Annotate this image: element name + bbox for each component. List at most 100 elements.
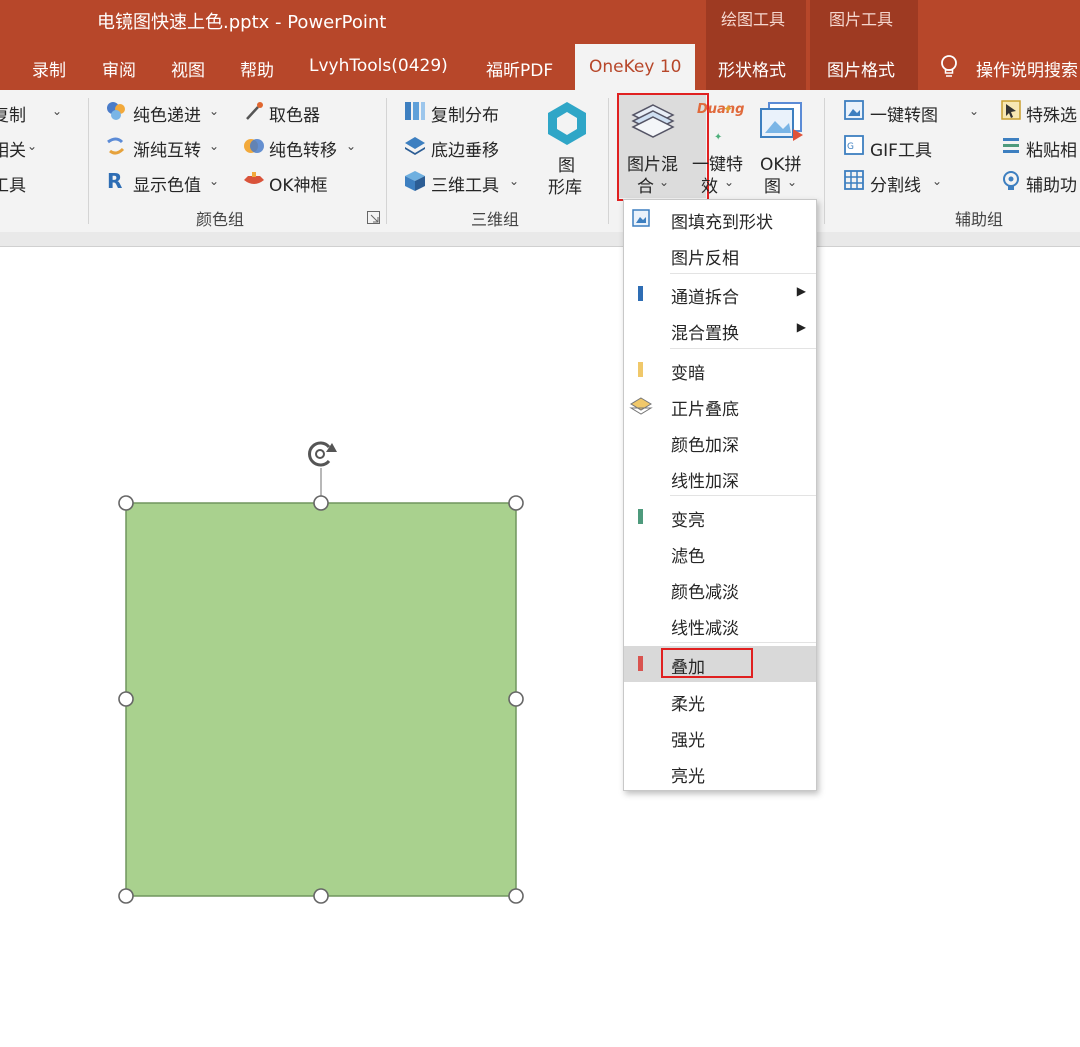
ribbon-collapse-strip — [0, 232, 1080, 247]
chevron-down-icon[interactable]: ⌄ — [969, 104, 979, 118]
chevron-down-icon[interactable]: ⌄ — [27, 139, 37, 153]
menu-item-lighten[interactable]: 变亮 — [624, 500, 816, 534]
gif-tools-button[interactable]: GIF工具 — [870, 136, 932, 161]
submenu-arrow-icon: ▶ — [796, 284, 806, 298]
solid-progression-button[interactable]: 纯色递进 — [133, 101, 201, 126]
helper-functions-button[interactable]: 辅助功 — [1026, 171, 1077, 196]
color-picker-button[interactable]: 取色器 — [269, 101, 320, 126]
copy-distribute-button[interactable]: 复制分布 — [431, 101, 499, 126]
menu-item-soft-light[interactable]: 柔光 — [624, 684, 816, 718]
lightbulb-icon[interactable] — [938, 54, 960, 84]
chevron-down-icon[interactable]: ⌄ — [509, 174, 519, 188]
ribbon-partial-tools[interactable]: 工具 — [0, 171, 26, 196]
sparkle-icon: ✦ — [714, 132, 723, 143]
context-label-picture-tools: 图片工具 — [829, 10, 894, 29]
chevron-down-icon[interactable]: ⌄ — [659, 175, 669, 189]
resize-handle[interactable] — [508, 888, 524, 904]
chevron-down-icon[interactable]: ⌄ — [932, 174, 942, 188]
resize-handle[interactable] — [508, 691, 524, 707]
tab-record[interactable]: 录制 — [32, 56, 66, 81]
tab-shape-format[interactable]: 形状格式 — [718, 56, 786, 81]
bottom-vertical-move-button[interactable]: 底边垂移 — [431, 136, 499, 161]
group-separator — [824, 98, 825, 224]
grid-icon — [843, 169, 865, 195]
duang-icon: Duang — [697, 102, 745, 117]
special-select-button[interactable]: 特殊选 — [1026, 101, 1077, 126]
resize-handle[interactable] — [118, 691, 134, 707]
menu-item-channel-split[interactable]: 通道拆合 ▶ — [624, 277, 816, 311]
menu-separator — [670, 273, 816, 274]
menu-item-hard-light[interactable]: 强光 — [624, 720, 816, 754]
palette-icon — [104, 99, 128, 127]
hexagon-library-icon — [545, 100, 589, 150]
divider-lines-button[interactable]: 分割线 — [870, 171, 921, 196]
chevron-down-icon[interactable]: ⌄ — [346, 139, 356, 153]
context-label-drawing-tools: 绘图工具 — [721, 10, 786, 29]
menu-item-blend-swap[interactable]: 混合置换 ▶ — [624, 313, 816, 347]
menu-item-linear-dodge[interactable]: 线性减淡 — [624, 608, 816, 642]
tab-onekey[interactable]: OneKey 10 — [575, 44, 696, 90]
tab-help[interactable]: 帮助 — [240, 56, 274, 81]
3d-tools-button[interactable]: 三维工具 — [431, 171, 499, 196]
sparkle-icon: ✦ — [723, 102, 734, 116]
eyedropper-icon — [243, 99, 265, 127]
helper-icon — [1000, 169, 1022, 195]
group-label-color: 颜色组 — [196, 210, 245, 229]
chevron-down-icon[interactable]: ⌄ — [52, 104, 62, 118]
menu-item-multiply[interactable]: 正片叠底 — [624, 389, 816, 423]
ok-collage-label-2[interactable]: 图 — [764, 172, 781, 197]
resize-handle[interactable] — [118, 888, 134, 904]
menu-separator — [670, 642, 816, 643]
menu-item-darken[interactable]: 变暗 — [624, 353, 816, 387]
chevron-down-icon[interactable]: ⌄ — [787, 175, 797, 189]
tell-me-search[interactable]: 操作说明搜索 — [976, 56, 1078, 81]
blend-mode-menu: 图填充到形状 图片反相 通道拆合 ▶ 混合置换 ▶ 变暗 正片叠底 颜色加深 线… — [623, 199, 817, 791]
menu-separator — [670, 348, 816, 349]
gradient-swap-icon — [104, 134, 128, 162]
tab-foxit-pdf[interactable]: 福昕PDF — [486, 56, 553, 81]
rotate-handle-icon[interactable] — [308, 441, 337, 467]
chevron-down-icon[interactable]: ⌄ — [209, 139, 219, 153]
cube-icon — [403, 169, 427, 197]
menu-item-fill-to-shape[interactable]: 图填充到形状 — [624, 202, 816, 236]
chevron-down-icon[interactable]: ⌄ — [724, 175, 734, 189]
tab-view[interactable]: 视图 — [171, 56, 205, 81]
selected-shape[interactable] — [100, 430, 540, 920]
gradient-solid-swap-button[interactable]: 渐纯互转 — [133, 136, 201, 161]
picture-blend-label-2[interactable]: 合 — [637, 172, 654, 197]
collage-icon — [759, 101, 805, 147]
chevron-down-icon[interactable]: ⌄ — [209, 174, 219, 188]
paste-related-button[interactable]: 粘贴相 — [1026, 136, 1077, 161]
ok-magic-frame-button[interactable]: OK神框 — [269, 171, 328, 196]
menu-item-vivid-light[interactable]: 亮光 — [624, 756, 816, 790]
menu-item-color-dodge[interactable]: 颜色减淡 — [624, 572, 816, 606]
green-rectangle[interactable] — [125, 502, 517, 897]
menu-item-color-burn[interactable]: 颜色加深 — [624, 425, 816, 459]
solid-transfer-button[interactable]: 纯色转移 — [269, 136, 337, 161]
menu-item-linear-burn[interactable]: 线性加深 — [624, 461, 816, 495]
yellow-bar-icon — [638, 362, 643, 377]
convert-to-image-icon — [843, 99, 865, 125]
one-click-effect-label-2[interactable]: 效 — [701, 172, 718, 197]
ribbon-partial-copy[interactable]: 复制 — [0, 101, 26, 126]
tab-review[interactable]: 审阅 — [102, 56, 136, 81]
tab-picture-format[interactable]: 图片格式 — [827, 56, 895, 81]
group-separator — [88, 98, 89, 224]
resize-handle[interactable] — [313, 495, 329, 511]
group-separator — [386, 98, 387, 224]
one-click-to-image-button[interactable]: 一键转图 — [870, 101, 938, 126]
menu-item-invert[interactable]: 图片反相 — [624, 238, 816, 272]
tab-lvyhtools[interactable]: LvyhTools(0429) — [309, 56, 448, 76]
dialog-launcher-icon[interactable] — [367, 209, 380, 228]
menu-item-screen[interactable]: 滤色 — [624, 536, 816, 570]
r-icon: R — [107, 169, 123, 193]
resize-handle[interactable] — [313, 888, 329, 904]
chevron-down-icon[interactable]: ⌄ — [209, 104, 219, 118]
shape-library-label-2[interactable]: 形库 — [548, 173, 582, 198]
ribbon-partial-related[interactable]: 相关 — [0, 136, 26, 161]
svg-text:G: G — [847, 142, 854, 152]
resize-handle[interactable] — [118, 495, 134, 511]
paste-icon — [1000, 134, 1022, 160]
show-color-value-button[interactable]: 显示色值 — [133, 171, 201, 196]
resize-handle[interactable] — [508, 495, 524, 511]
